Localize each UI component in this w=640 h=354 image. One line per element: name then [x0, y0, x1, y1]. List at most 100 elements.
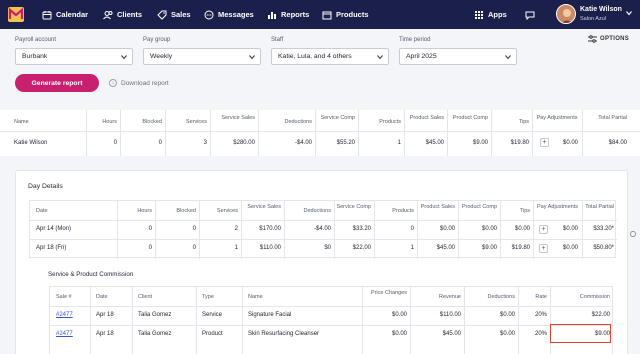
user-name[interactable]: Katie Wilson [580, 6, 622, 13]
day-col-service-sales: Service Sales [247, 204, 281, 210]
summary-pay-adjustments: $0.00 [562, 140, 578, 146]
day-row-services: 2 [234, 226, 238, 232]
day-col-pay-adjustments: Pay Adjustments [537, 204, 578, 210]
nav-products[interactable]: Products [322, 0, 369, 29]
payroll-label: Payroll account [15, 37, 57, 43]
nav-messages[interactable]: Messages [204, 0, 254, 29]
nav-apps-label: Apps [488, 10, 507, 19]
top-nav: Calendar Clients Sales Messages Reports … [0, 0, 640, 29]
sale-link[interactable]: #2477 [56, 331, 73, 337]
nav-products-label: Products [336, 10, 369, 19]
day-row-blocked: 0 [192, 226, 196, 232]
day-row-tips: $0.00 [514, 226, 530, 232]
nav-sales-label: Sales [171, 10, 191, 19]
add-adjustment-button[interactable]: + [540, 138, 549, 147]
day-row-service-comp: $22.00 [352, 245, 371, 251]
comm-col-price-changes: Price Changes [370, 290, 407, 296]
options-label: OPTIONS [600, 36, 630, 42]
staff-label: Staff [271, 37, 284, 43]
highlighted-commission-box [550, 324, 611, 343]
nav-reports-label: Reports [281, 10, 310, 19]
day-col-product-comp: Product Comp [461, 204, 497, 210]
comm-row-name: Skin Resurfacing Cleanser [248, 331, 320, 337]
add-adjustment-button[interactable]: + [539, 225, 548, 234]
info-icon[interactable] [630, 231, 636, 237]
reports-chart-icon [268, 11, 276, 19]
day-row-service-sales: $170.00 [259, 226, 281, 232]
nav-sales[interactable]: Sales [157, 0, 191, 29]
comm-row-commission: $22.00 [591, 312, 610, 318]
day-row-product-sales: $45.00 [436, 245, 455, 251]
calendar-icon [42, 10, 52, 19]
nav-reports[interactable]: Reports [267, 0, 309, 29]
chat-bubble-icon [525, 11, 535, 20]
summary-service-comp: $55.20 [336, 140, 355, 146]
col-hours: Hours [102, 119, 117, 125]
sale-link[interactable]: #2477 [56, 312, 73, 318]
download-icon: ↓ [109, 79, 117, 87]
period-label: Time period [399, 37, 431, 43]
comm-row-client: Talia Gomez [138, 331, 172, 337]
summary-deductions: -$4.00 [294, 140, 312, 146]
comm-row-rate: 20% [534, 312, 547, 318]
summary-hours: 0 [113, 140, 117, 146]
comm-row-date: Apr 18 [96, 331, 114, 337]
nav-calendar[interactable]: Calendar [42, 0, 88, 29]
day-col-tips: Tips [519, 208, 530, 214]
comm-row-deductions: $0.00 [499, 312, 515, 318]
nav-calendar-label: Calendar [56, 10, 89, 19]
day-row-deductions: -$4.00 [313, 226, 331, 232]
day-row-products: 1 [410, 245, 414, 251]
day-row-hours: 0 [148, 226, 152, 232]
summary-product-sales: $45.00 [425, 140, 444, 146]
chevron-down-icon [121, 55, 127, 60]
comm-row-type: Product [202, 331, 223, 337]
chevron-down-icon[interactable] [626, 10, 632, 16]
download-report-button[interactable]: ↓ Download report [109, 79, 169, 87]
col-total-partial: Total Partial [598, 115, 627, 121]
col-products: Products [379, 119, 401, 125]
day-col-deductions: Deductions [303, 208, 331, 214]
day-row-product-sales: $0.00 [439, 226, 455, 232]
day-row-hours: 0 [148, 245, 152, 251]
day-row-pay-adjustments: $0.00 [562, 226, 578, 232]
comm-row-client: Talia Gomez [138, 312, 172, 318]
options-button[interactable]: OPTIONS [588, 35, 629, 43]
chevron-down-icon [505, 55, 511, 60]
paygroup-select[interactable]: Weekly [143, 48, 261, 65]
comm-row-rate: 20% [534, 331, 547, 337]
nav-messages-label: Messages [218, 10, 254, 19]
day-row-services: 1 [234, 245, 238, 251]
day-details-table: Date Hours Blocked Services Service Sale… [29, 200, 617, 259]
add-adjustment-button[interactable]: + [539, 244, 548, 253]
comm-row-name: Signature Facial [248, 312, 292, 318]
generate-report-button[interactable]: Generate report [15, 74, 99, 92]
day-row-service-comp: $33.20 [352, 226, 371, 232]
comm-col-date: Date [96, 294, 108, 300]
chat-button[interactable] [525, 0, 535, 29]
summary-service-sales: $280.00 [233, 140, 255, 146]
comm-col-commission: Commission [579, 294, 610, 300]
download-label: Download report [121, 79, 169, 87]
apps-grid-icon [475, 10, 483, 19]
day-col-total-partial: Total Partial [585, 204, 614, 210]
summary-products: 1 [397, 140, 401, 146]
summary-product-comp: $9.00 [472, 140, 488, 146]
col-service-comp: Service Comp [320, 115, 355, 121]
comm-col-name: Name [248, 294, 263, 300]
staff-select[interactable]: Katie, Lula, and 4 others [271, 48, 389, 65]
day-col-services: Services [216, 208, 238, 214]
day-details-title: Day Details [28, 183, 63, 190]
summary-tips: $19.80 [510, 140, 529, 146]
comm-col-revenue: Revenue [438, 294, 461, 300]
avatar[interactable] [556, 4, 576, 24]
payroll-select[interactable]: Burbank [15, 48, 133, 65]
day-row-service-sales: $110.00 [259, 245, 281, 251]
messages-icon [204, 10, 214, 19]
period-select[interactable]: April 2025 [399, 48, 517, 65]
nav-apps[interactable]: Apps [474, 0, 507, 29]
commission-table: Sale # Date Client Type Name Price Chang… [49, 286, 614, 354]
day-col-date: Date [36, 208, 48, 214]
app-logo-icon[interactable] [8, 7, 24, 22]
nav-clients[interactable]: Clients [103, 0, 142, 29]
